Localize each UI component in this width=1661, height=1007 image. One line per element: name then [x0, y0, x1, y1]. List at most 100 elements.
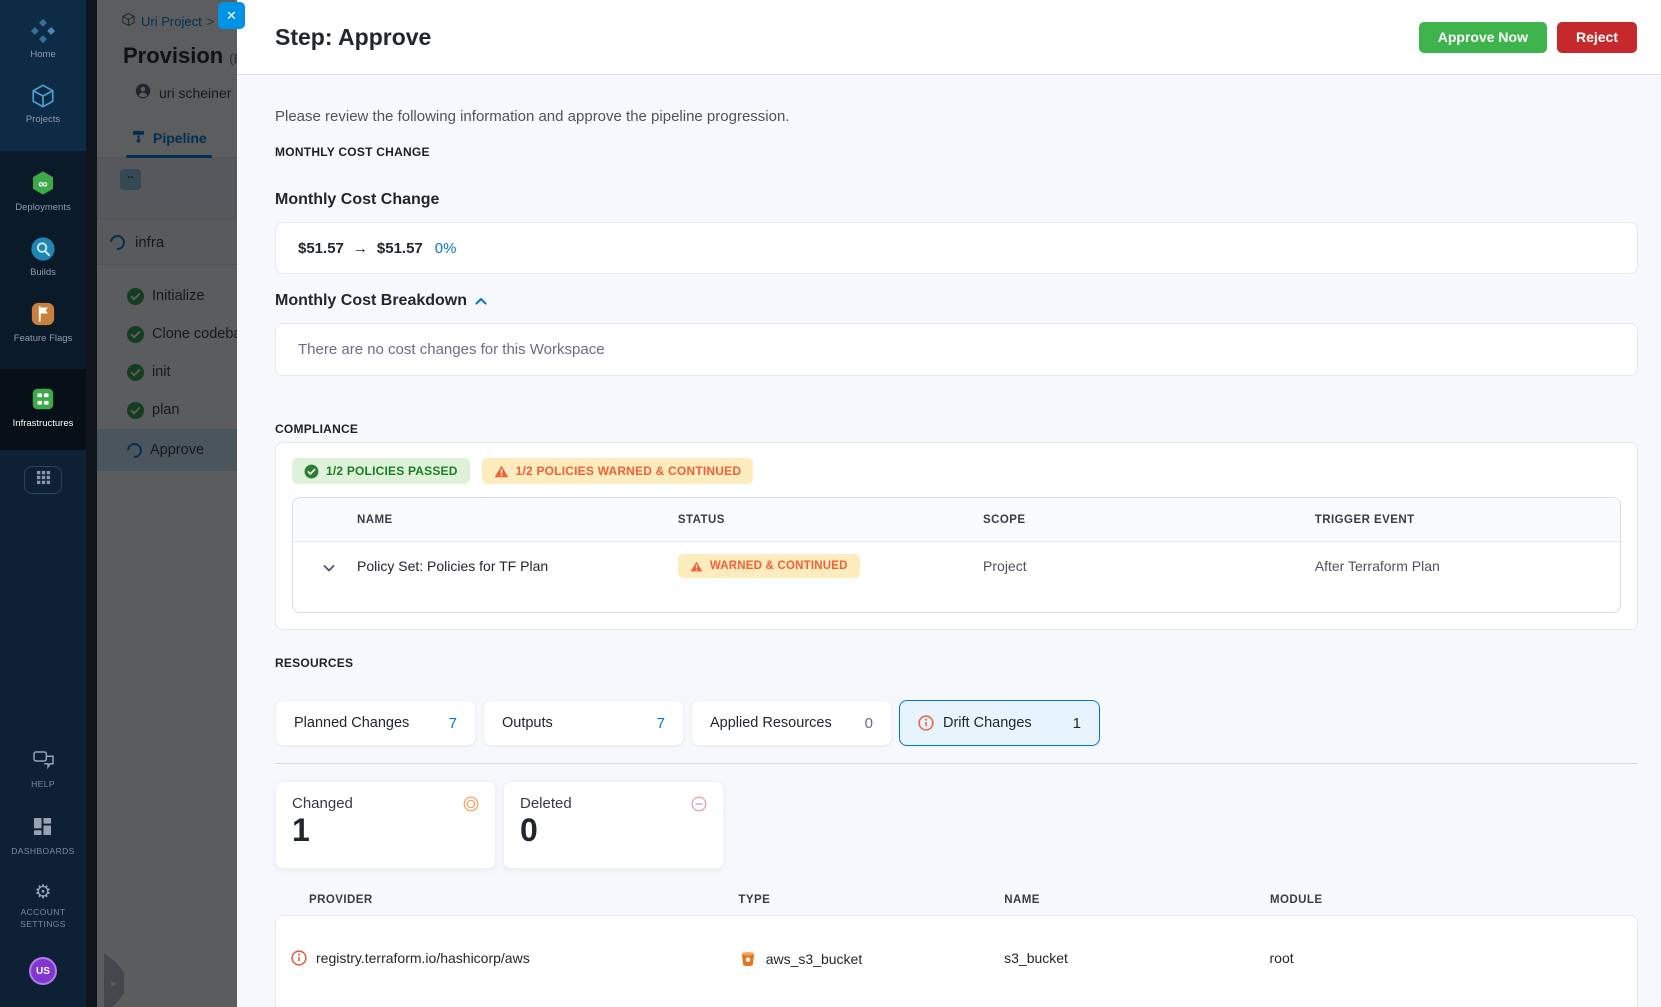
resource-tabs: Planned Changes 7 Outputs 7 Applied Reso…: [275, 700, 1638, 746]
sidebar-item-infrastructures[interactable]: Infrastructures: [0, 375, 86, 440]
cost-change-card: $51.57 → $51.57 0%: [275, 222, 1638, 274]
tab-planned-changes[interactable]: Planned Changes 7: [275, 700, 476, 746]
user-avatar[interactable]: US: [29, 957, 57, 985]
approve-step-drawer: ✕ Step: Approve Approve Now Reject Pleas…: [218, 0, 1661, 1007]
deleted-icon: [691, 796, 707, 812]
gear-icon: ⚙: [34, 882, 52, 904]
sidebar-item-account-settings[interactable]: ⚙ ACCOUNT SETTINGS: [11, 870, 75, 943]
tab-label: Applied Resources: [710, 715, 832, 731]
column-header-provider: PROVIDER: [309, 894, 373, 906]
deleted-count: 0: [520, 812, 538, 848]
policy-table-row[interactable]: Policy Set: Policies for TF Plan WARNED …: [293, 542, 1620, 590]
warning-triangle-icon: [494, 465, 508, 477]
compliance-card: 1/2 POLICIES PASSED 1/2 POLICIES WARNED …: [275, 442, 1638, 630]
policy-table-header: NAME STATUS SCOPE TRIGGER EVENT: [293, 498, 1620, 542]
sidebar-item-home[interactable]: Home: [0, 6, 86, 71]
tab-count: 7: [448, 714, 457, 732]
divider: [275, 763, 1638, 764]
section-label-compliance: COMPLIANCE: [275, 422, 359, 436]
close-icon: ✕: [226, 7, 237, 23]
sidebar-item-feature-flags[interactable]: Feature Flags: [0, 290, 86, 355]
column-header-module: MODULE: [1269, 894, 1323, 906]
check-badge-icon: [304, 464, 319, 478]
sidebar: Home Projects ∞ Deployments Builds Featu…: [0, 0, 86, 1007]
breakdown-empty-text: There are no cost changes for this Works…: [298, 341, 605, 358]
home-icon: [30, 17, 57, 44]
column-header-status: STATUS: [677, 513, 725, 526]
tab-label: Outputs: [502, 715, 553, 731]
tab-drift-changes[interactable]: Drift Changes 1: [899, 700, 1100, 746]
drift-info-icon: [918, 715, 934, 731]
sidebar-item-label: Projects: [25, 114, 61, 126]
sidebar-group-selected: Infrastructures: [0, 368, 86, 451]
drawer-body: Please review the following information …: [237, 75, 1661, 1007]
sidebar-item-deployments[interactable]: ∞ Deployments: [0, 159, 86, 224]
column-header-type: TYPE: [738, 894, 771, 906]
section-label-resources: RESOURCES: [275, 656, 354, 670]
intro-text: Please review the following information …: [275, 108, 790, 125]
help-chat-icon: [32, 751, 54, 774]
projects-icon: [30, 82, 57, 109]
warned-badge-label: 1/2 POLICIES WARNED & CONTINUED: [515, 464, 742, 478]
resource-table-row[interactable]: registry.terraform.io/hashicorp/aws aws_…: [275, 915, 1638, 1007]
policy-status-badge: WARNED & CONTINUED: [677, 554, 860, 578]
chevron-up-icon: [475, 292, 487, 310]
tab-count: 0: [864, 714, 873, 732]
cost-breakdown-toggle[interactable]: Monthly Cost Breakdown: [275, 292, 1638, 310]
modal-backdrop[interactable]: [97, 0, 237, 1007]
compliance-badges: 1/2 POLICIES PASSED 1/2 POLICIES WARNED …: [292, 458, 1621, 484]
drawer-header: Step: Approve Approve Now Reject: [237, 0, 1661, 75]
sidebar-item-projects[interactable]: Projects: [0, 71, 86, 136]
module-selector-button[interactable]: [24, 466, 62, 495]
policy-table: NAME STATUS SCOPE TRIGGER EVENT Policy S…: [292, 497, 1621, 613]
cost-from: $51.57: [298, 239, 344, 257]
tab-count: 1: [1072, 714, 1081, 732]
cost-change-heading: Monthly Cost Change: [275, 191, 440, 208]
drift-info-icon: [291, 950, 307, 966]
policy-trigger-event: After Terraform Plan: [1314, 558, 1440, 574]
deleted-summary-card: Deleted 0: [503, 781, 724, 869]
tab-label: Planned Changes: [294, 715, 410, 731]
resource-module: root: [1269, 950, 1294, 966]
sidebar-item-dashboards[interactable]: DASHBOARDS: [11, 804, 75, 870]
changed-icon: [463, 796, 479, 812]
column-header-trigger-event: TRIGGER EVENT: [1314, 513, 1415, 526]
cost-percent: 0%: [434, 239, 457, 257]
resource-name: s3_bucket: [1004, 950, 1068, 966]
tab-label: Drift Changes: [943, 715, 1032, 731]
tab-outputs[interactable]: Outputs 7: [483, 700, 684, 746]
column-header-name: NAME: [357, 513, 393, 526]
tab-count: 7: [656, 714, 665, 732]
sidebar-item-label: Deployments: [15, 201, 71, 213]
sidebar-group-modules: ∞ Deployments Builds Feature Flags: [0, 150, 86, 369]
sidebar-item-label: Builds: [30, 267, 56, 279]
deployments-icon: ∞: [30, 170, 57, 197]
sidebar-item-label: Home: [30, 49, 56, 60]
policy-set-name: Policy Set: Policies for TF Plan: [357, 558, 549, 574]
changed-summary-card: Changed 1: [275, 781, 496, 869]
passed-badge-label: 1/2 POLICIES PASSED: [326, 464, 458, 478]
changed-label: Changed: [292, 795, 353, 812]
close-button[interactable]: ✕: [218, 2, 245, 29]
dashboards-label: DASHBOARDS: [11, 845, 75, 856]
reject-button[interactable]: Reject: [1556, 21, 1637, 53]
sidebar-group-bottom: HELP DASHBOARDS ⚙ ACCOUNT SETTINGS US: [0, 450, 86, 1007]
policies-warned-badge: 1/2 POLICIES WARNED & CONTINUED: [481, 458, 754, 484]
chevron-down-icon[interactable]: [323, 560, 336, 573]
help-label: HELP: [31, 779, 55, 790]
column-header-scope: SCOPE: [983, 513, 1026, 526]
deleted-label: Deleted: [520, 795, 572, 812]
sidebar-group-top: Home Projects: [0, 0, 86, 151]
drawer-title: Step: Approve: [275, 23, 432, 50]
tab-applied-resources[interactable]: Applied Resources 0: [691, 700, 892, 746]
sidebar-item-builds[interactable]: Builds: [0, 224, 86, 289]
aws-s3-icon: [739, 950, 757, 968]
policy-status-label: WARNED & CONTINUED: [709, 560, 848, 572]
policies-passed-badge: 1/2 POLICIES PASSED: [292, 458, 470, 484]
drift-summary-cards: Changed 1 Deleted 0: [275, 781, 1638, 869]
sidebar-item-help[interactable]: HELP: [31, 738, 55, 803]
account-settings-label: ACCOUNT SETTINGS: [20, 907, 66, 929]
approve-now-button[interactable]: Approve Now: [1418, 21, 1547, 53]
app-root: Home Projects ∞ Deployments Builds Featu…: [0, 0, 1661, 1007]
changed-count: 1: [292, 812, 310, 848]
